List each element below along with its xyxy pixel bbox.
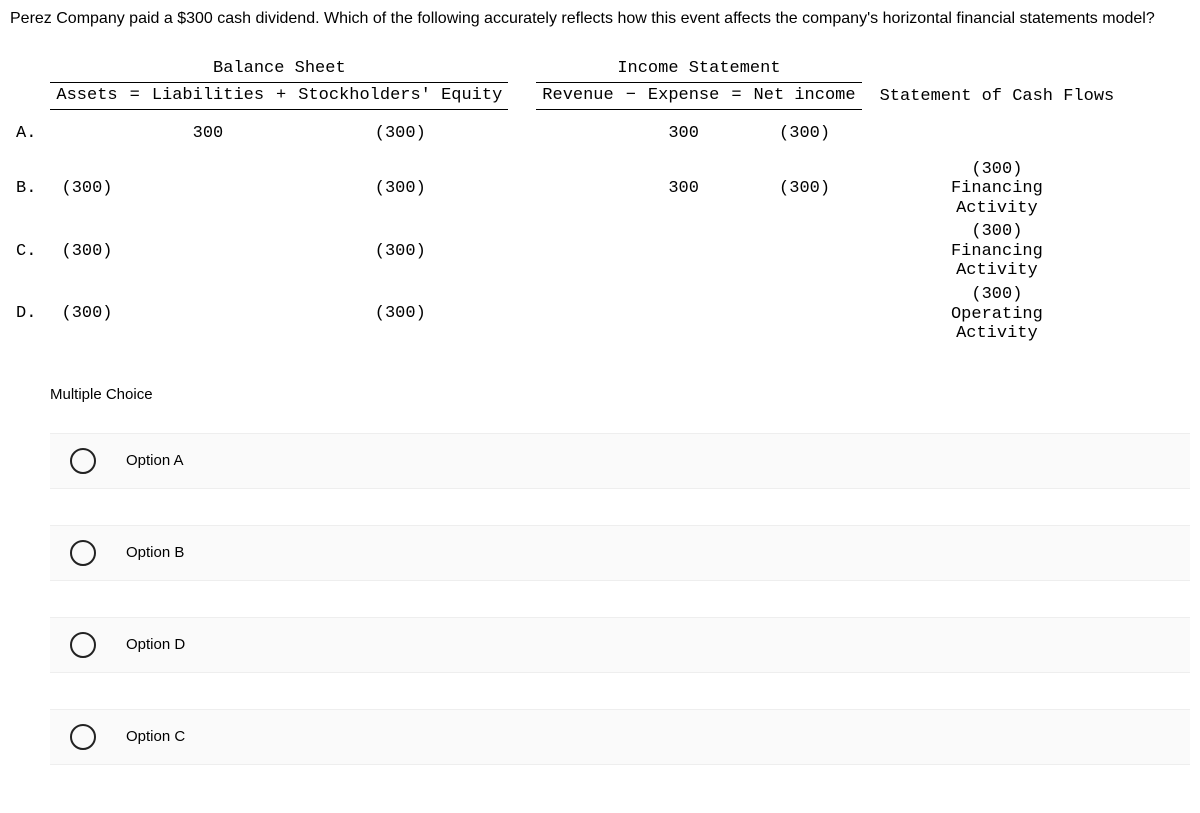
- option-label: Option D: [126, 636, 185, 653]
- option-d[interactable]: Option D: [50, 617, 1190, 673]
- multiple-choice-label: Multiple Choice: [50, 386, 1190, 403]
- radio-icon: [70, 632, 96, 658]
- col-liabilities: Liabilities: [146, 83, 270, 110]
- radio-icon: [70, 448, 96, 474]
- col-income-statement: Income Statement: [536, 56, 861, 83]
- col-eq2: =: [725, 83, 747, 110]
- option-a[interactable]: Option A: [50, 433, 1190, 489]
- col-cash-flows: Statement of Cash Flows: [874, 56, 1121, 110]
- radio-icon: [70, 540, 96, 566]
- col-expense: Expense: [642, 83, 725, 110]
- table-row: D. (300) (300) (300)OperatingActivity: [10, 283, 1120, 346]
- col-plus: +: [270, 83, 292, 110]
- option-c[interactable]: Option C: [50, 709, 1190, 765]
- table-row: B. (300) (300) 300 (300) (300)FinancingA…: [10, 158, 1120, 221]
- table-row: A. 300 (300) 300 (300): [10, 110, 1120, 158]
- option-b[interactable]: Option B: [50, 525, 1190, 581]
- col-net-income: Net income: [748, 83, 862, 110]
- col-balance-sheet: Balance Sheet: [50, 56, 508, 83]
- col-equity: Stockholders' Equity: [292, 83, 508, 110]
- radio-icon: [70, 724, 96, 750]
- col-assets: Assets: [50, 83, 123, 110]
- option-label: Option C: [126, 728, 185, 745]
- table-row: C. (300) (300) (300)FinancingActivity: [10, 220, 1120, 283]
- options-group: Option A Option B Option D Option C: [10, 433, 1190, 765]
- header-row-top: Balance Sheet Income Statement Statement…: [10, 56, 1120, 83]
- option-label: Option B: [126, 544, 184, 561]
- option-label: Option A: [126, 452, 184, 469]
- col-eq1: =: [124, 83, 146, 110]
- col-minus: −: [620, 83, 642, 110]
- financial-model-table: Balance Sheet Income Statement Statement…: [10, 56, 1190, 346]
- col-revenue: Revenue: [536, 83, 619, 110]
- question-text: Perez Company paid a $300 cash dividend.…: [10, 10, 1190, 28]
